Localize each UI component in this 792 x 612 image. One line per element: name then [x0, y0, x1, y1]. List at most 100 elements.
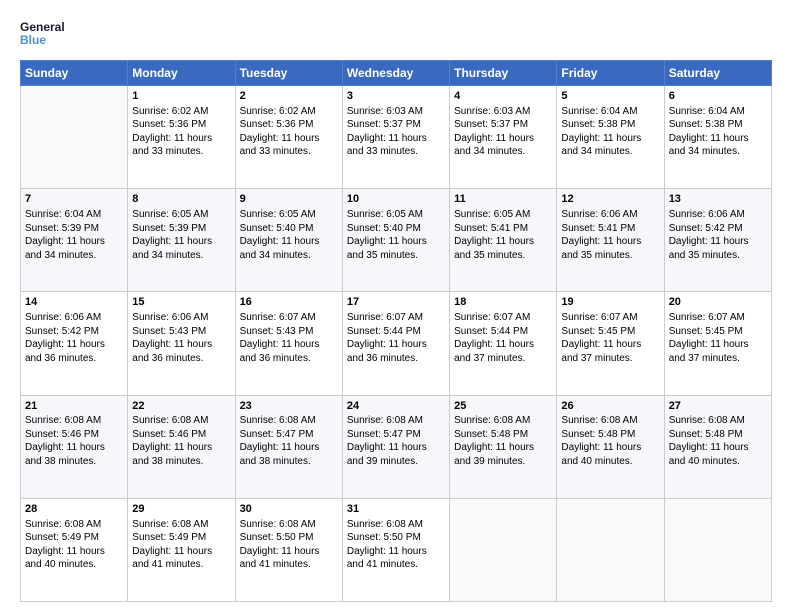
day-info: and 35 minutes.	[454, 249, 552, 263]
day-info: and 35 minutes.	[347, 249, 445, 263]
day-info: Sunset: 5:39 PM	[132, 222, 230, 236]
day-number: 31	[347, 502, 445, 517]
day-info: and 33 minutes.	[132, 145, 230, 159]
day-info: Sunrise: 6:08 AM	[132, 414, 230, 428]
day-info: Sunrise: 6:05 AM	[454, 208, 552, 222]
day-info: and 34 minutes.	[454, 145, 552, 159]
day-number: 30	[240, 502, 338, 517]
svg-text:Blue: Blue	[20, 33, 46, 47]
day-info: Daylight: 11 hours	[132, 235, 230, 249]
day-info: Sunrise: 6:04 AM	[669, 105, 767, 119]
day-info: Daylight: 11 hours	[454, 441, 552, 455]
day-info: and 34 minutes.	[132, 249, 230, 263]
day-number: 27	[669, 399, 767, 414]
calendar-cell: 21Sunrise: 6:08 AMSunset: 5:46 PMDayligh…	[21, 395, 128, 498]
day-number: 26	[561, 399, 659, 414]
day-info: Sunrise: 6:08 AM	[347, 518, 445, 532]
day-info: and 41 minutes.	[132, 558, 230, 572]
calendar-header-saturday: Saturday	[664, 61, 771, 86]
day-number: 3	[347, 89, 445, 104]
day-info: and 40 minutes.	[561, 455, 659, 469]
day-info: Sunset: 5:46 PM	[25, 428, 123, 442]
day-info: Daylight: 11 hours	[240, 545, 338, 559]
calendar-cell: 8Sunrise: 6:05 AMSunset: 5:39 PMDaylight…	[128, 189, 235, 292]
calendar-cell: 1Sunrise: 6:02 AMSunset: 5:36 PMDaylight…	[128, 86, 235, 189]
day-info: Sunset: 5:44 PM	[454, 325, 552, 339]
day-number: 29	[132, 502, 230, 517]
day-info: Sunset: 5:49 PM	[132, 531, 230, 545]
day-info: and 36 minutes.	[132, 352, 230, 366]
day-number: 2	[240, 89, 338, 104]
day-info: Sunrise: 6:08 AM	[669, 414, 767, 428]
calendar-cell: 27Sunrise: 6:08 AMSunset: 5:48 PMDayligh…	[664, 395, 771, 498]
day-info: Daylight: 11 hours	[454, 338, 552, 352]
day-info: Daylight: 11 hours	[132, 338, 230, 352]
calendar-cell	[664, 498, 771, 601]
calendar-cell	[450, 498, 557, 601]
day-info: Daylight: 11 hours	[240, 441, 338, 455]
calendar-header-friday: Friday	[557, 61, 664, 86]
day-info: and 40 minutes.	[669, 455, 767, 469]
day-info: Sunrise: 6:08 AM	[25, 414, 123, 428]
day-info: Daylight: 11 hours	[561, 132, 659, 146]
day-info: Sunrise: 6:07 AM	[240, 311, 338, 325]
day-number: 13	[669, 192, 767, 207]
day-info: and 36 minutes.	[240, 352, 338, 366]
day-info: Daylight: 11 hours	[454, 132, 552, 146]
day-info: Daylight: 11 hours	[669, 235, 767, 249]
day-info: and 34 minutes.	[669, 145, 767, 159]
day-info: Daylight: 11 hours	[347, 235, 445, 249]
day-number: 18	[454, 295, 552, 310]
day-info: and 38 minutes.	[240, 455, 338, 469]
day-info: Sunrise: 6:06 AM	[25, 311, 123, 325]
day-number: 9	[240, 192, 338, 207]
calendar-cell: 3Sunrise: 6:03 AMSunset: 5:37 PMDaylight…	[342, 86, 449, 189]
day-info: Sunset: 5:50 PM	[240, 531, 338, 545]
calendar-header-tuesday: Tuesday	[235, 61, 342, 86]
calendar-cell: 2Sunrise: 6:02 AMSunset: 5:36 PMDaylight…	[235, 86, 342, 189]
calendar-header-thursday: Thursday	[450, 61, 557, 86]
calendar-cell: 26Sunrise: 6:08 AMSunset: 5:48 PMDayligh…	[557, 395, 664, 498]
day-info: and 39 minutes.	[454, 455, 552, 469]
calendar-cell: 11Sunrise: 6:05 AMSunset: 5:41 PMDayligh…	[450, 189, 557, 292]
day-info: Sunset: 5:47 PM	[347, 428, 445, 442]
day-info: Sunrise: 6:08 AM	[347, 414, 445, 428]
calendar-week-row: 21Sunrise: 6:08 AMSunset: 5:46 PMDayligh…	[21, 395, 772, 498]
day-info: Sunrise: 6:05 AM	[240, 208, 338, 222]
day-info: and 34 minutes.	[25, 249, 123, 263]
day-number: 12	[561, 192, 659, 207]
day-info: Daylight: 11 hours	[240, 338, 338, 352]
calendar-cell	[557, 498, 664, 601]
day-info: and 37 minutes.	[669, 352, 767, 366]
day-info: Daylight: 11 hours	[132, 545, 230, 559]
day-info: Sunset: 5:37 PM	[454, 118, 552, 132]
day-info: Sunrise: 6:06 AM	[669, 208, 767, 222]
day-info: Daylight: 11 hours	[561, 441, 659, 455]
day-info: Daylight: 11 hours	[132, 132, 230, 146]
day-info: Sunrise: 6:05 AM	[132, 208, 230, 222]
calendar-cell: 17Sunrise: 6:07 AMSunset: 5:44 PMDayligh…	[342, 292, 449, 395]
day-info: Daylight: 11 hours	[132, 441, 230, 455]
day-info: Sunset: 5:42 PM	[25, 325, 123, 339]
day-info: Sunrise: 6:08 AM	[240, 518, 338, 532]
day-info: Sunrise: 6:04 AM	[25, 208, 123, 222]
day-info: and 37 minutes.	[561, 352, 659, 366]
day-info: Sunset: 5:44 PM	[347, 325, 445, 339]
day-info: Sunrise: 6:08 AM	[454, 414, 552, 428]
day-info: Sunset: 5:40 PM	[240, 222, 338, 236]
day-info: Daylight: 11 hours	[347, 545, 445, 559]
day-info: Sunrise: 6:03 AM	[454, 105, 552, 119]
day-info: and 35 minutes.	[669, 249, 767, 263]
calendar-cell: 15Sunrise: 6:06 AMSunset: 5:43 PMDayligh…	[128, 292, 235, 395]
calendar-week-row: 14Sunrise: 6:06 AMSunset: 5:42 PMDayligh…	[21, 292, 772, 395]
calendar-cell: 16Sunrise: 6:07 AMSunset: 5:43 PMDayligh…	[235, 292, 342, 395]
day-number: 20	[669, 295, 767, 310]
day-number: 22	[132, 399, 230, 414]
day-info: Daylight: 11 hours	[347, 441, 445, 455]
day-number: 11	[454, 192, 552, 207]
day-info: Sunset: 5:49 PM	[25, 531, 123, 545]
day-number: 28	[25, 502, 123, 517]
day-info: Sunrise: 6:06 AM	[561, 208, 659, 222]
day-info: and 37 minutes.	[454, 352, 552, 366]
calendar-cell: 23Sunrise: 6:08 AMSunset: 5:47 PMDayligh…	[235, 395, 342, 498]
